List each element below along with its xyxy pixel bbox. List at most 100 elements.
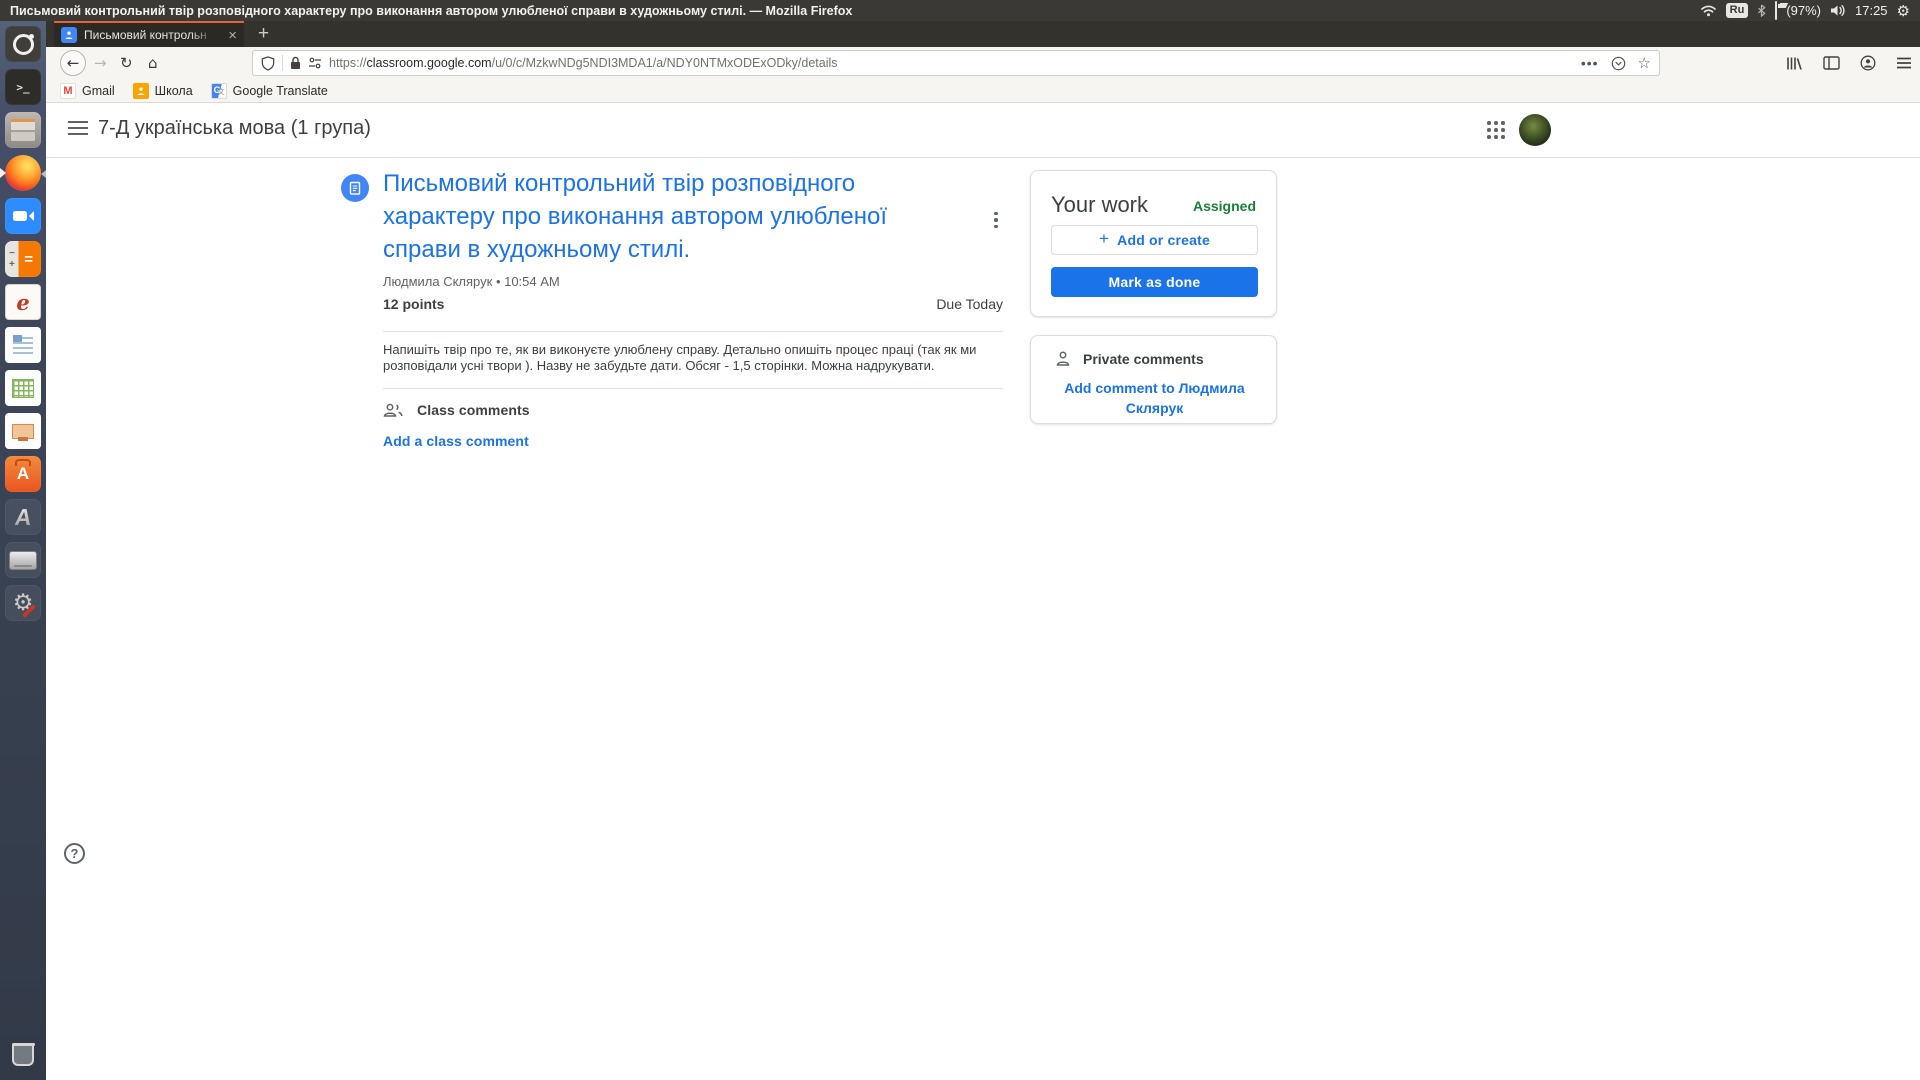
dock-item-software-toolbox[interactable]: [4, 455, 42, 493]
private-comments-label: Private comments: [1083, 351, 1204, 367]
tab-bar: Письмовий контрольн × +: [46, 21, 1920, 47]
terminal-icon: [5, 69, 41, 105]
google-translate-icon: [211, 83, 227, 99]
system-tray: Ru (97%) 17:25 ⚙: [1700, 2, 1920, 20]
home-button[interactable]: ⌂: [148, 54, 158, 72]
metallic-emblem-icon: [5, 499, 41, 535]
your-work-card: Your work Assigned + Add or create Mark …: [1030, 170, 1277, 317]
dock-item-trash[interactable]: [4, 1036, 42, 1074]
classroom-header: 7-Д українська мова (1 група): [46, 103, 1920, 158]
add-private-comment-link[interactable]: Add comment to Людмила Склярук: [1046, 378, 1263, 418]
bookmark-google-translate[interactable]: Google Translate: [211, 83, 328, 99]
toolbar-right-icons: [1786, 55, 1912, 71]
dock-item-system-tweaks[interactable]: [4, 584, 42, 622]
divider: [383, 388, 1003, 389]
main-menu-icon[interactable]: [68, 121, 88, 135]
assignment-title: Письмовий контрольний твір розповідного …: [383, 167, 958, 266]
volume-icon[interactable]: [1830, 4, 1846, 17]
status-badge: Assigned: [1193, 198, 1256, 214]
dock-item-file-archive[interactable]: [4, 111, 42, 149]
software-toolbox-icon: [5, 456, 41, 492]
plus-icon: +: [1099, 229, 1109, 249]
tab-title-fade: [190, 23, 216, 47]
add-class-comment-link[interactable]: Add a class comment: [383, 433, 529, 449]
wifi-icon[interactable]: [1700, 4, 1717, 17]
dock-item-libreoffice-writer[interactable]: [4, 326, 42, 364]
address-bar[interactable]: https://classroom.google.com/u/0/c/MzkwN…: [252, 50, 1660, 76]
class-comments-header: Class comments: [383, 402, 530, 418]
libreoffice-impress-icon: [5, 413, 41, 449]
dock-item-hard-disk[interactable]: [4, 541, 42, 579]
mark-as-done-button[interactable]: Mark as done: [1051, 267, 1258, 297]
running-indicator: [0, 168, 6, 178]
lock-icon[interactable]: [290, 56, 301, 70]
calculator-icon: [5, 241, 41, 277]
trash-icon: [5, 1037, 41, 1073]
new-tab-button[interactable]: +: [258, 23, 269, 45]
bookmark-label: Gmail: [82, 84, 115, 98]
document-viewer-icon: [5, 284, 41, 320]
power-gear-icon[interactable]: ⚙: [1897, 2, 1910, 20]
assignment-points: 12 points: [383, 296, 444, 312]
menu-hamburger-icon[interactable]: [1896, 56, 1912, 70]
bookmark-star-icon[interactable]: ☆: [1638, 54, 1651, 72]
tracking-shield-icon[interactable]: [261, 56, 275, 71]
mark-as-done-label: Mark as done: [1109, 274, 1201, 290]
your-work-title: Your work: [1051, 192, 1148, 218]
back-button[interactable]: ←: [60, 50, 86, 76]
dock: [0, 21, 46, 1080]
file-archive-icon: [5, 112, 41, 148]
forward-button[interactable]: →: [94, 54, 107, 72]
classroom-page: 7-Д українська мова (1 група) Письмовий …: [46, 103, 1920, 1080]
ubuntu-dash-icon: [5, 26, 41, 62]
firefox-icon: [5, 155, 41, 191]
account-icon[interactable]: [1860, 55, 1876, 71]
system-top-bar: Письмовий контрольний твір розповідного …: [0, 0, 1920, 21]
dock-item-firefox[interactable]: [4, 154, 42, 192]
dock-item-terminal[interactable]: [4, 68, 42, 106]
dock-item-document-viewer[interactable]: [4, 283, 42, 321]
more-options-icon[interactable]: [987, 208, 1005, 232]
bookmark-label: Школа: [155, 84, 193, 98]
gmail-icon: M: [60, 83, 76, 99]
browser-tab[interactable]: Письмовий контрольн ×: [54, 21, 244, 47]
permissions-icon[interactable]: [308, 57, 322, 69]
class-name: 7-Д українська мова (1 група): [98, 117, 371, 140]
classroom-bookmark-icon: [133, 83, 149, 99]
zoom-icon: [5, 198, 41, 234]
battery-percent: (97%): [1786, 3, 1821, 18]
url-path: /u/0/c/MzkwNDg5NDI3MDA1/a/NDY0NTMxODExOD…: [492, 56, 838, 70]
assignment-author-time: Людмила Склярук • 10:54 AM: [383, 274, 560, 289]
assignment-description: Напишіть твір про те, як ви виконуєте ул…: [383, 342, 1005, 374]
screen: Письмовий контрольний твір розповідного …: [0, 0, 1920, 1080]
dock-item-libreoffice-impress[interactable]: [4, 412, 42, 450]
classroom-favicon-icon: [61, 27, 77, 43]
dock-item-ubuntu-dash[interactable]: [4, 25, 42, 63]
private-comments-card: Private comments Add comment to Людмила …: [1030, 335, 1277, 424]
help-button[interactable]: ?: [64, 843, 85, 864]
reload-button[interactable]: ↻: [120, 54, 133, 72]
dock-item-libreoffice-calc[interactable]: [4, 369, 42, 407]
clock[interactable]: 17:25: [1855, 3, 1888, 18]
dock-item-calculator[interactable]: [4, 240, 42, 278]
dock-item-metallic-emblem[interactable]: [4, 498, 42, 536]
window-title: Письмовий контрольний твір розповідного …: [0, 4, 852, 18]
battery-icon[interactable]: [1775, 2, 1777, 20]
assignment-icon: [341, 174, 369, 202]
sidebar-icon[interactable]: [1823, 56, 1840, 70]
url-protocol: https://: [329, 56, 367, 70]
close-tab-icon[interactable]: ×: [228, 28, 237, 43]
keyboard-layout-indicator[interactable]: Ru: [1726, 3, 1749, 18]
add-or-create-button[interactable]: + Add or create: [1051, 225, 1258, 255]
page-actions-icon[interactable]: •••: [1581, 55, 1599, 71]
people-icon: [383, 403, 403, 418]
dock-item-zoom[interactable]: [4, 197, 42, 235]
google-apps-grid-icon[interactable]: [1487, 121, 1505, 139]
class-comments-label: Class comments: [417, 402, 530, 418]
library-icon[interactable]: [1786, 56, 1803, 71]
pocket-icon[interactable]: [1611, 56, 1626, 71]
user-avatar[interactable]: [1519, 114, 1551, 146]
bookmark-school[interactable]: Школа: [133, 83, 193, 99]
bluetooth-icon[interactable]: [1757, 4, 1766, 17]
bookmark-gmail[interactable]: M Gmail: [60, 83, 115, 99]
